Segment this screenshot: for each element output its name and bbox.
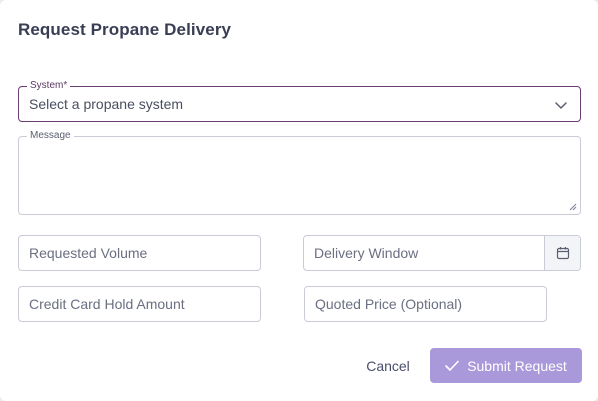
message-textarea[interactable]: Message [18,130,581,215]
system-label: System* [27,80,71,92]
requested-volume-placeholder: Requested Volume [29,245,148,261]
system-placeholder: Select a propane system [29,96,184,112]
requested-volume-input[interactable]: Requested Volume [18,235,261,271]
delivery-window-input[interactable]: Delivery Window [303,235,581,271]
resize-handle-icon[interactable] [569,203,577,211]
system-select[interactable]: System* Select a propane system [18,80,581,122]
quoted-price-input[interactable]: Quoted Price (Optional) [304,286,547,322]
submit-request-button[interactable]: Submit Request [430,348,582,383]
quoted-price-placeholder: Quoted Price (Optional) [315,296,463,312]
credit-card-hold-placeholder: Credit Card Hold Amount [29,296,185,312]
chevron-down-icon[interactable] [554,98,568,112]
delivery-window-placeholder: Delivery Window [314,245,419,261]
credit-card-hold-input[interactable]: Credit Card Hold Amount [18,286,261,322]
message-label: Message [27,130,74,142]
submit-request-label: Submit Request [467,357,567,374]
calendar-button[interactable] [544,236,580,270]
calendar-icon [556,247,569,260]
request-delivery-dialog: Request Propane Delivery System* Select … [0,0,598,401]
check-icon [445,360,459,371]
cancel-button[interactable]: Cancel [358,350,418,382]
dialog-title: Request Propane Delivery [18,20,232,39]
